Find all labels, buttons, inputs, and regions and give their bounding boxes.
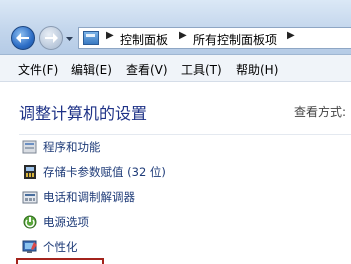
back-arrow-icon <box>16 33 29 43</box>
list-item-label[interactable]: 程序和功能 <box>43 139 101 155</box>
menu-bar: 文件(F) 编辑(E) 查看(V) 工具(T) 帮助(H) <box>0 55 351 82</box>
menu-tools[interactable]: 工具(T) <box>181 61 222 78</box>
navigation-bar: ▶ 控制面板 ▶ 所有控制面板项 ▶ <box>0 0 351 55</box>
view-by-label: 查看方式: <box>294 105 347 119</box>
highlight-box <box>16 258 104 264</box>
breadcrumb-separator-icon[interactable]: ▶ <box>106 30 114 41</box>
phone-modem-icon <box>22 191 38 204</box>
list-item-label[interactable]: 电话和调制解调器 <box>43 189 135 205</box>
forward-button[interactable] <box>39 26 63 50</box>
list-item-label[interactable]: 存储卡参数赋值 (32 位) <box>43 164 166 180</box>
breadcrumb-separator-icon[interactable]: ▶ <box>179 30 187 41</box>
list-item-label[interactable]: 个性化 <box>43 239 78 255</box>
programs-features-icon <box>22 140 37 154</box>
page-title: 调整计算机的设置 <box>19 104 148 123</box>
menu-view[interactable]: 查看(V) <box>126 61 168 78</box>
forward-arrow-icon <box>45 33 58 43</box>
control-panel-icon <box>83 31 99 45</box>
list-item-label[interactable]: 电源选项 <box>43 214 89 230</box>
menu-edit[interactable]: 编辑(E) <box>71 61 112 78</box>
recent-pages-chevron-down-icon[interactable] <box>65 34 74 43</box>
power-options-icon <box>23 215 37 229</box>
memory-card-icon <box>24 165 36 179</box>
menu-file[interactable]: 文件(F) <box>18 61 58 78</box>
breadcrumb-all-control-panel-items[interactable]: 所有控制面板项 <box>193 31 277 48</box>
personalization-icon <box>22 240 37 253</box>
breadcrumb-control-panel[interactable]: 控制面板 <box>120 31 168 48</box>
main-content: 调整计算机的设置 查看方式: 程序和功能 存储卡参数赋值 (32 位) 电话和调… <box>0 82 351 263</box>
address-bar[interactable]: ▶ 控制面板 ▶ 所有控制面板项 ▶ <box>78 27 351 49</box>
divider <box>19 134 351 135</box>
back-button[interactable] <box>11 26 35 50</box>
breadcrumb-separator-icon[interactable]: ▶ <box>287 30 295 41</box>
menu-help[interactable]: 帮助(H) <box>236 61 278 78</box>
